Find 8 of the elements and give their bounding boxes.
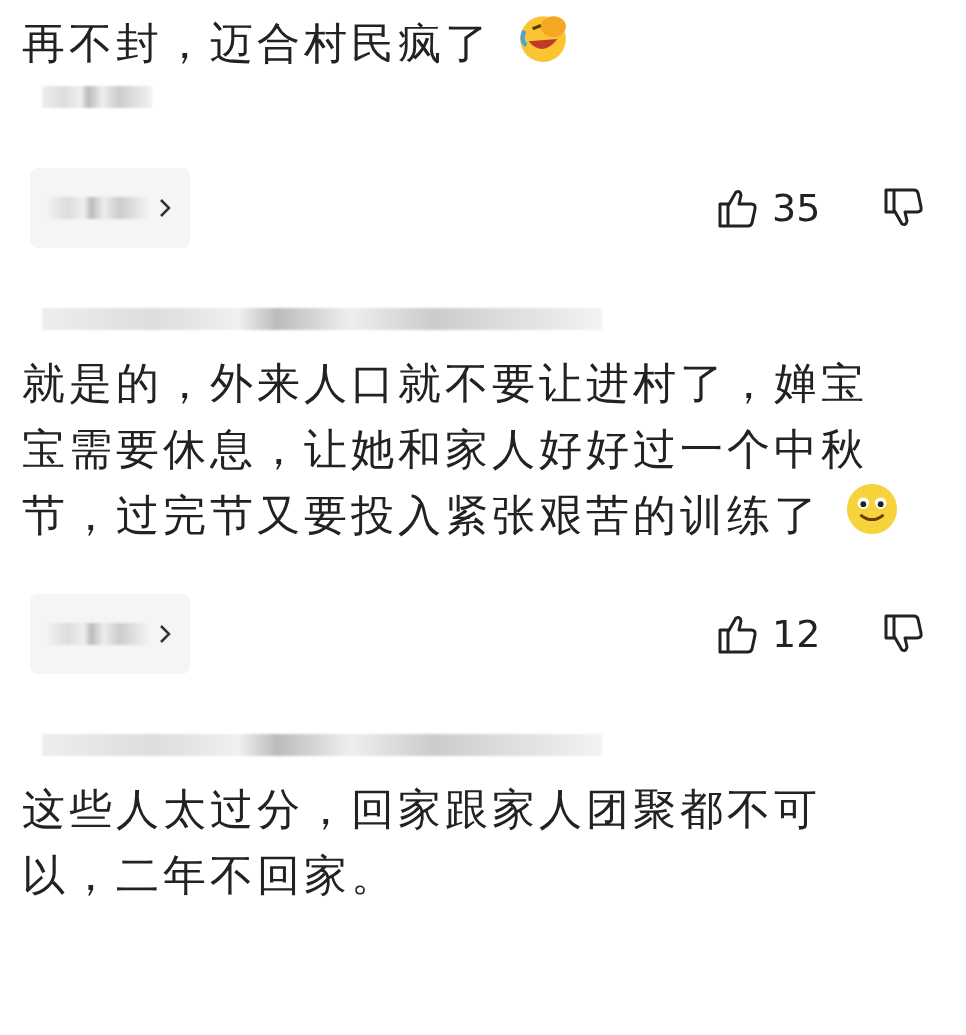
like-count: 12: [772, 612, 822, 656]
like-count: 35: [772, 186, 822, 230]
comment-text: 就是的，外来人口就不要让进村了，婵宝宝需要休息，让她和家人好好过一个中秋节，过完节又要投入紧张艰苦的训练了: [22, 350, 902, 548]
smile-emoji-icon: [845, 482, 899, 536]
chevron-icon: [159, 197, 171, 219]
chevron-icon: [159, 623, 171, 645]
comment-text: 这些人太过分，回家跟家人团聚都不可以，二年不回家。: [22, 783, 822, 902]
comment-text: 再不封，迈合村民疯了: [22, 10, 902, 76]
